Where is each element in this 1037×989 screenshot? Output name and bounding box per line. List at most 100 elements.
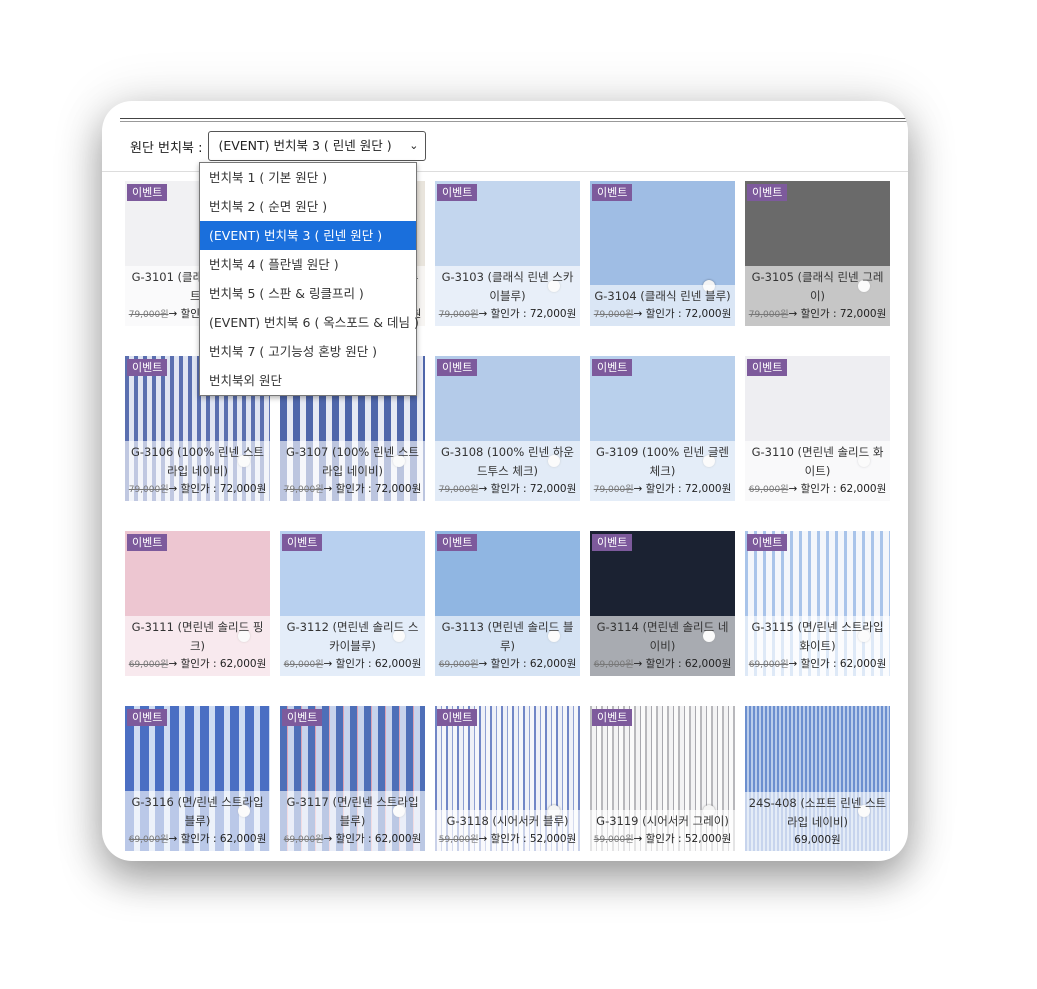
product-price: 59,000원→ 할인가 : 52,000원 (437, 831, 578, 848)
event-badge: 이벤트 (437, 359, 478, 376)
product-tile[interactable]: 이벤트 G-3108 (100% 린넨 하운드투스 체크) 79,000원→ 할인가… (435, 356, 580, 501)
event-badge: 이벤트 (282, 534, 323, 551)
product-name: G-3110 (면린넨 솔리드 화이트) (751, 445, 884, 478)
product-tile[interactable]: 이벤트 G-3109 (100% 린넨 글렌 체크) 79,000원→ 할인가 : … (590, 356, 735, 501)
product-price: 69,000원→ 할인가 : 62,000원 (437, 656, 578, 673)
original-price: 69,000원 (748, 485, 789, 495)
dropdown-option[interactable]: 번치북 4 ( 플란넬 원단 ) (200, 250, 416, 279)
event-badge: 이벤트 (592, 534, 633, 551)
product-name: G-3104 (클래식 린넨 블루) (594, 289, 731, 303)
product-name: G-3111 (면린넨 솔리드 핑크) (131, 620, 264, 653)
sale-price: 72,000원 (529, 308, 577, 320)
sale-price: 62,000원 (374, 658, 422, 670)
product-caption: G-3110 (면린넨 솔리드 화이트) 69,000원→ 할인가 : 62,00… (745, 441, 890, 501)
divider (120, 121, 908, 122)
product-price: 79,000원→ 할인가 : 72,000원 (747, 306, 888, 323)
product-name: G-3108 (100% 린넨 하운드투스 체크) (441, 445, 574, 478)
sale-price: 72,000원 (219, 483, 267, 495)
dropdown-option[interactable]: 번치북 5 ( 스판 & 링클프리 ) (200, 279, 416, 308)
event-badge: 이벤트 (747, 359, 788, 376)
product-tile[interactable]: 이벤트 G-3112 (면린넨 솔리드 스카이블루) 69,000원→ 할인가 : … (280, 531, 425, 676)
dropdown-option[interactable]: 번치북 1 ( 기본 원단 ) (200, 163, 416, 192)
discount-label: → 할인가 : (633, 308, 685, 320)
event-badge: 이벤트 (127, 359, 168, 376)
product-tile[interactable]: 이벤트 G-3104 (클래식 린넨 블루) 79,000원→ 할인가 : 72,0… (590, 181, 735, 326)
event-badge: 이벤트 (747, 184, 788, 201)
product-tile[interactable]: 이벤트 G-3114 (면린넨 솔리드 네이비) 69,000원→ 할인가 : 62… (590, 531, 735, 676)
product-price: 59,000원→ 할인가 : 52,000원 (592, 831, 733, 848)
product-name: G-3119 (시어서커 그레이) (596, 814, 729, 828)
product-tile[interactable]: 24S-408 (소프트 린넨 스트라입 네이비) 69,000원 (745, 706, 890, 851)
product-tile[interactable]: 이벤트 G-3117 (면/린넨 스트라입 블루) 69,000원→ 할인가 : 6… (280, 706, 425, 851)
original-price: 69,000원 (128, 835, 169, 845)
sale-price: 62,000원 (529, 658, 577, 670)
discount-label: → 할인가 : (168, 658, 220, 670)
discount-label: → 할인가 : (478, 658, 530, 670)
dropdown-option[interactable]: (EVENT) 번치북 6 ( 옥스포드 & 데님 ) (200, 308, 419, 337)
discount-label: → 할인가 : (168, 833, 220, 845)
product-price: 79,000원→ 할인가 : 72,000원 (592, 306, 733, 323)
product-caption: G-3108 (100% 린넨 하운드투스 체크) 79,000원→ 할인가 : … (435, 441, 580, 501)
original-price: 79,000원 (748, 310, 789, 320)
product-price: 69,000원 (747, 832, 888, 848)
select-value: (EVENT) 번치북 3 ( 린넨 원단 ) (218, 138, 392, 153)
bunch-book-select[interactable]: (EVENT) 번치북 3 ( 린넨 원단 ) ⌄ (208, 131, 427, 161)
product-tile[interactable]: 이벤트 G-3105 (클래식 린넨 그레이) 79,000원→ 할인가 : 72,… (745, 181, 890, 326)
product-name: G-3109 (100% 린넨 글렌 체크) (596, 445, 729, 478)
event-badge: 이벤트 (282, 709, 323, 726)
discount-label: → 할인가 : (168, 483, 220, 495)
product-tile[interactable]: 이벤트 G-3115 (면/린넨 스트라입 화이트) 69,000원→ 할인가 : … (745, 531, 890, 676)
product-tile[interactable]: 이벤트 G-3119 (시어서커 그레이) 59,000원→ 할인가 : 52,00… (590, 706, 735, 851)
product-caption: G-3111 (면린넨 솔리드 핑크) 69,000원→ 할인가 : 62,000… (125, 616, 270, 676)
original-price: 69,000원 (748, 660, 789, 670)
product-tile[interactable]: 이벤트 G-3111 (면린넨 솔리드 핑크) 69,000원→ 할인가 : 62,… (125, 531, 270, 676)
product-caption: G-3115 (면/린넨 스트라입 화이트) 69,000원→ 할인가 : 62,… (745, 616, 890, 676)
product-caption: G-3117 (면/린넨 스트라입 블루) 69,000원→ 할인가 : 62,0… (280, 791, 425, 851)
sale-price: 72,000원 (374, 483, 422, 495)
original-price: 79,000원 (593, 310, 634, 320)
discount-label: → 할인가 : (788, 483, 840, 495)
sale-price: 52,000원 (529, 833, 577, 845)
original-price: 79,000원 (128, 485, 169, 495)
product-name: G-3117 (면/린넨 스트라입 블루) (286, 795, 419, 828)
dropdown-option[interactable]: 번치북외 원단 (200, 366, 416, 395)
dropdown-option[interactable]: (EVENT) 번치북 3 ( 린넨 원단 ) (200, 221, 416, 250)
dropdown-option[interactable]: 번치북 7 ( 고기능성 혼방 원단 ) (200, 337, 416, 366)
product-price: 69,000원→ 할인가 : 62,000원 (747, 656, 888, 673)
original-price: 79,000원 (438, 485, 479, 495)
discount-label: → 할인가 : (323, 833, 375, 845)
event-badge: 이벤트 (127, 184, 168, 201)
product-panel: 원단 번치북 : (EVENT) 번치북 3 ( 린넨 원단 ) ⌄ 이벤트 G-… (102, 101, 908, 861)
product-name: G-3116 (면/린넨 스트라입 블루) (131, 795, 264, 828)
product-price: 69,000원→ 할인가 : 62,000원 (127, 656, 268, 673)
product-caption: G-3104 (클래식 린넨 블루) 79,000원→ 할인가 : 72,000원 (590, 285, 735, 326)
original-price: 59,000원 (438, 835, 479, 845)
product-name: G-3107 (100% 린넨 스트라입 네이비) (286, 445, 419, 478)
event-badge: 이벤트 (592, 359, 633, 376)
original-price: 69,000원 (128, 660, 169, 670)
product-name: 24S-408 (소프트 린넨 스트라입 네이비) (748, 796, 887, 829)
product-price: 79,000원→ 할인가 : 72,000원 (437, 481, 578, 498)
dropdown-option[interactable]: 번치북 2 ( 순면 원단 ) (200, 192, 416, 221)
product-caption: G-3113 (면린넨 솔리드 블루) 69,000원→ 할인가 : 62,000… (435, 616, 580, 676)
sale-price: 69,000원 (794, 834, 841, 846)
product-tile[interactable]: 이벤트 G-3113 (면린넨 솔리드 블루) 69,000원→ 할인가 : 62,… (435, 531, 580, 676)
product-caption: G-3106 (100% 린넨 스트라입 네이비) 79,000원→ 할인가 : … (125, 441, 270, 501)
product-name: G-3106 (100% 린넨 스트라입 네이비) (131, 445, 264, 478)
product-tile[interactable]: 이벤트 G-3110 (면린넨 솔리드 화이트) 69,000원→ 할인가 : 62… (745, 356, 890, 501)
product-price: 79,000원→ 할인가 : 72,000원 (592, 481, 733, 498)
sale-price: 62,000원 (374, 833, 422, 845)
product-tile[interactable]: 이벤트 G-3103 (클래식 린넨 스카이블루) 79,000원→ 할인가 : 7… (435, 181, 580, 326)
product-price: 69,000원→ 할인가 : 62,000원 (282, 831, 423, 848)
product-tile[interactable]: 이벤트 G-3116 (면/린넨 스트라입 블루) 69,000원→ 할인가 : 6… (125, 706, 270, 851)
product-caption: G-3119 (시어서커 그레이) 59,000원→ 할인가 : 52,000원 (590, 810, 735, 851)
product-caption: G-3116 (면/린넨 스트라입 블루) 69,000원→ 할인가 : 62,0… (125, 791, 270, 851)
original-price: 69,000원 (593, 660, 634, 670)
event-badge: 이벤트 (592, 184, 633, 201)
original-price: 69,000원 (283, 835, 324, 845)
discount-label: → 할인가 : (478, 833, 530, 845)
bunch-book-dropdown: 번치북 1 ( 기본 원단 ) 번치북 2 ( 순면 원단 ) (EVENT) 번치… (199, 162, 419, 396)
product-tile[interactable]: 이벤트 G-3118 (시어서커 블루) 59,000원→ 할인가 : 52,000… (435, 706, 580, 851)
product-caption: G-3118 (시어서커 블루) 59,000원→ 할인가 : 52,000원 (435, 810, 580, 851)
product-price: 79,000원→ 할인가 : 72,000원 (437, 306, 578, 323)
